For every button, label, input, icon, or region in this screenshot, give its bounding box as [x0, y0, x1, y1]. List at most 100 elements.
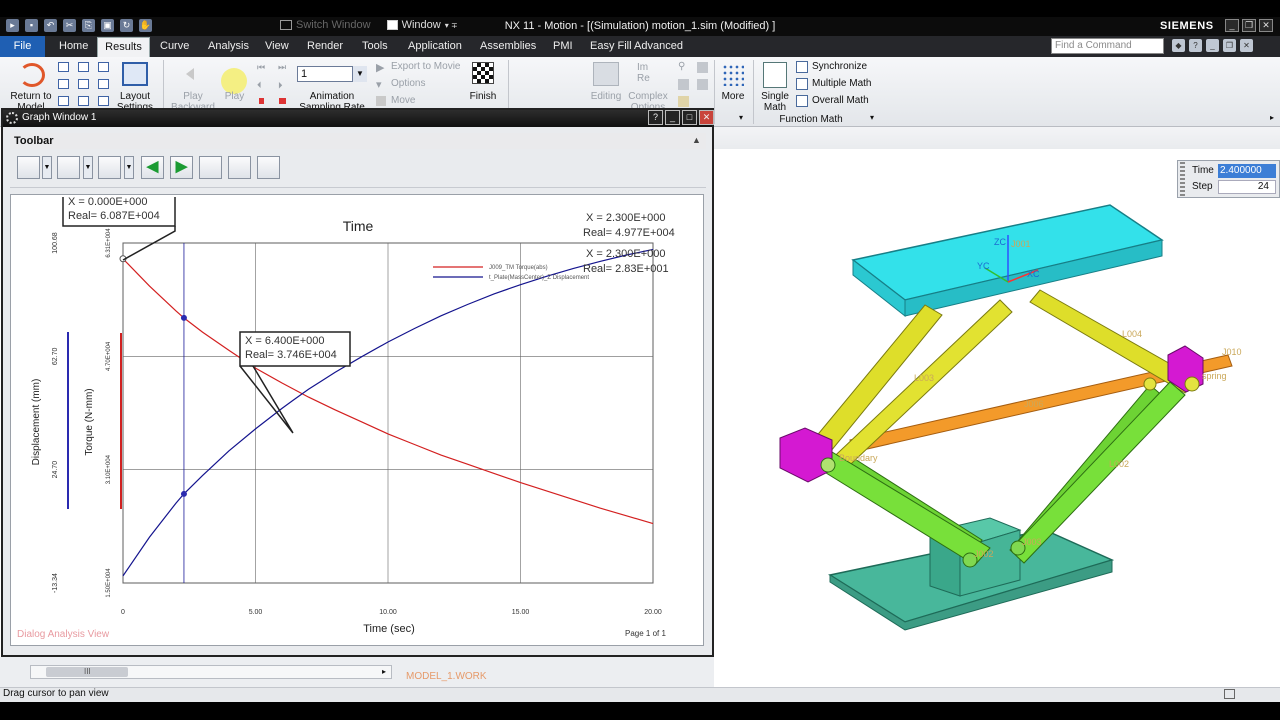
table-tool-icon[interactable]: [697, 79, 708, 90]
chevron-down-icon[interactable]: ▼: [42, 156, 52, 179]
overall-math-button[interactable]: Overall Math: [812, 95, 869, 106]
more-icon[interactable]: [722, 64, 744, 86]
editing-button[interactable]: Editing: [586, 91, 626, 102]
time-field[interactable]: 2.400000: [1218, 164, 1276, 178]
restore-icon[interactable]: ❐: [1223, 39, 1236, 52]
tab-curve[interactable]: Curve: [160, 40, 189, 52]
stop-icon[interactable]: [279, 98, 286, 104]
close-icon[interactable]: ✕: [1259, 19, 1273, 32]
play-backward-icon[interactable]: [186, 68, 194, 80]
joint-circle: [820, 457, 836, 473]
layout-grid-icon[interactable]: [98, 79, 109, 89]
chevron-down-icon[interactable]: ▼: [352, 66, 367, 82]
move-button[interactable]: Move: [391, 95, 415, 106]
help-icon[interactable]: ?: [1189, 39, 1202, 52]
tab-tools[interactable]: Tools: [362, 40, 388, 52]
axis-settings-icon[interactable]: [98, 156, 121, 179]
file-menu[interactable]: File: [0, 36, 45, 57]
chart-tool-icon[interactable]: [678, 79, 689, 90]
chevron-down-icon[interactable]: ▾: [739, 113, 743, 122]
collapse-icon[interactable]: ▲: [692, 135, 701, 145]
export-tool-icon[interactable]: [678, 96, 689, 107]
export-to-movie-button[interactable]: Export to Movie: [391, 61, 460, 72]
options-icon[interactable]: ▾: [376, 78, 382, 91]
export-to-movie-icon[interactable]: ▶: [376, 61, 384, 74]
gear-icon[interactable]: [6, 112, 18, 124]
graph-window-titlebar[interactable]: [3, 110, 712, 127]
complex-im-re-icon[interactable]: Im Re: [637, 62, 650, 84]
camera-icon[interactable]: [228, 156, 251, 179]
tab-home[interactable]: Home: [59, 40, 88, 52]
maximize-icon[interactable]: □: [682, 110, 697, 125]
tab-easy-fill-advanced[interactable]: Easy Fill Advanced: [590, 40, 683, 52]
chevron-down-icon[interactable]: ▾: [870, 113, 874, 122]
model-label: ZC: [994, 237, 1006, 247]
layout-horizontal-icon[interactable]: [78, 79, 89, 89]
tab-view[interactable]: View: [265, 40, 289, 52]
tab-analysis[interactable]: Analysis: [208, 40, 249, 52]
layout-settings-icon[interactable]: [122, 62, 148, 86]
panel-grip-handle[interactable]: [1180, 162, 1185, 196]
tab-assemblies[interactable]: Assemblies: [480, 40, 536, 52]
restore-icon[interactable]: ❐: [1242, 19, 1256, 32]
step-back-icon[interactable]: ⏴: [257, 80, 262, 91]
layout-vertical-icon[interactable]: [58, 79, 69, 89]
grid-tool-icon[interactable]: [697, 62, 708, 73]
skip-to-end-icon[interactable]: ⏭: [278, 62, 286, 73]
layout-nine-icon[interactable]: [98, 96, 109, 106]
editing-icon[interactable]: [593, 62, 619, 86]
step-forward-icon[interactable]: ⏵: [278, 80, 283, 91]
tab-results[interactable]: Results: [97, 37, 150, 57]
multiple-math-icon[interactable]: [796, 78, 808, 90]
synchronize-button[interactable]: Synchronize: [812, 61, 867, 72]
graph-tool-icon[interactable]: ⚲: [678, 61, 685, 72]
close-icon[interactable]: ✕: [1240, 39, 1253, 52]
edit-curve-icon[interactable]: [17, 156, 40, 179]
minimize-icon[interactable]: _: [665, 110, 680, 125]
tab-pmi[interactable]: PMI: [553, 40, 573, 52]
synchronize-icon[interactable]: [796, 61, 808, 73]
tab-render[interactable]: Render: [307, 40, 343, 52]
graph-properties-icon[interactable]: [199, 156, 222, 179]
overall-math-icon[interactable]: [796, 95, 808, 107]
skip-to-start-icon[interactable]: ⏮: [257, 62, 265, 73]
chevron-down-icon[interactable]: ▼: [83, 156, 93, 179]
return-to-model-icon[interactable]: [19, 63, 45, 87]
status-panel-icon[interactable]: [1224, 689, 1235, 699]
chevron-down-icon[interactable]: ▼: [124, 156, 134, 179]
resource-bar-icon[interactable]: ◆: [1172, 39, 1185, 52]
tab-application[interactable]: Application: [408, 40, 462, 52]
more-button[interactable]: More: [718, 91, 748, 102]
pause-icon[interactable]: [259, 98, 264, 104]
multiple-math-button[interactable]: Multiple Math: [812, 78, 871, 89]
model-work-tab[interactable]: MODEL_1.WORK: [406, 671, 487, 682]
layout-four-icon[interactable]: [98, 62, 109, 72]
layout-three-icon[interactable]: [58, 96, 69, 106]
options-button[interactable]: Options: [391, 78, 425, 89]
graph-window-controls: ? _ □ ✕: [648, 110, 714, 125]
move-icon[interactable]: [376, 96, 386, 106]
single-math-button[interactable]: Single Math: [757, 91, 793, 113]
play-button[interactable]: Play: [222, 91, 247, 102]
export-graph-icon[interactable]: [257, 156, 280, 179]
time-graph[interactable]: 0 5.00 10.00 15.00 20.00 -13.34 1.50E+004 24.70…: [13, 197, 701, 643]
help-icon[interactable]: ?: [648, 110, 663, 125]
zoom-icon[interactable]: [57, 156, 80, 179]
command-search-input[interactable]: Find a Command: [1051, 38, 1164, 54]
previous-arrow-icon[interactable]: ◀: [141, 156, 164, 179]
layout-two-icon[interactable]: [78, 62, 89, 72]
grid: [67, 242, 654, 584]
close-icon[interactable]: ✕: [699, 110, 714, 125]
scroll-right-icon[interactable]: ▸: [382, 667, 386, 676]
next-arrow-icon[interactable]: ▶: [170, 156, 193, 179]
single-math-icon[interactable]: [763, 62, 787, 88]
minimize-icon[interactable]: _: [1206, 39, 1219, 52]
layout-six-icon[interactable]: [78, 96, 89, 106]
ribbon-options-icon[interactable]: ▸: [1270, 113, 1274, 122]
layout-single-icon[interactable]: [58, 62, 69, 72]
finish-button[interactable]: Finish: [465, 91, 501, 102]
step-field[interactable]: 24: [1218, 180, 1276, 194]
minimize-icon[interactable]: _: [1225, 19, 1239, 32]
scissor-jack-model[interactable]: ZC J001 YC XC L004 J010 L003 J006 spring…: [714, 149, 1280, 687]
finish-flag-icon[interactable]: [472, 62, 494, 84]
